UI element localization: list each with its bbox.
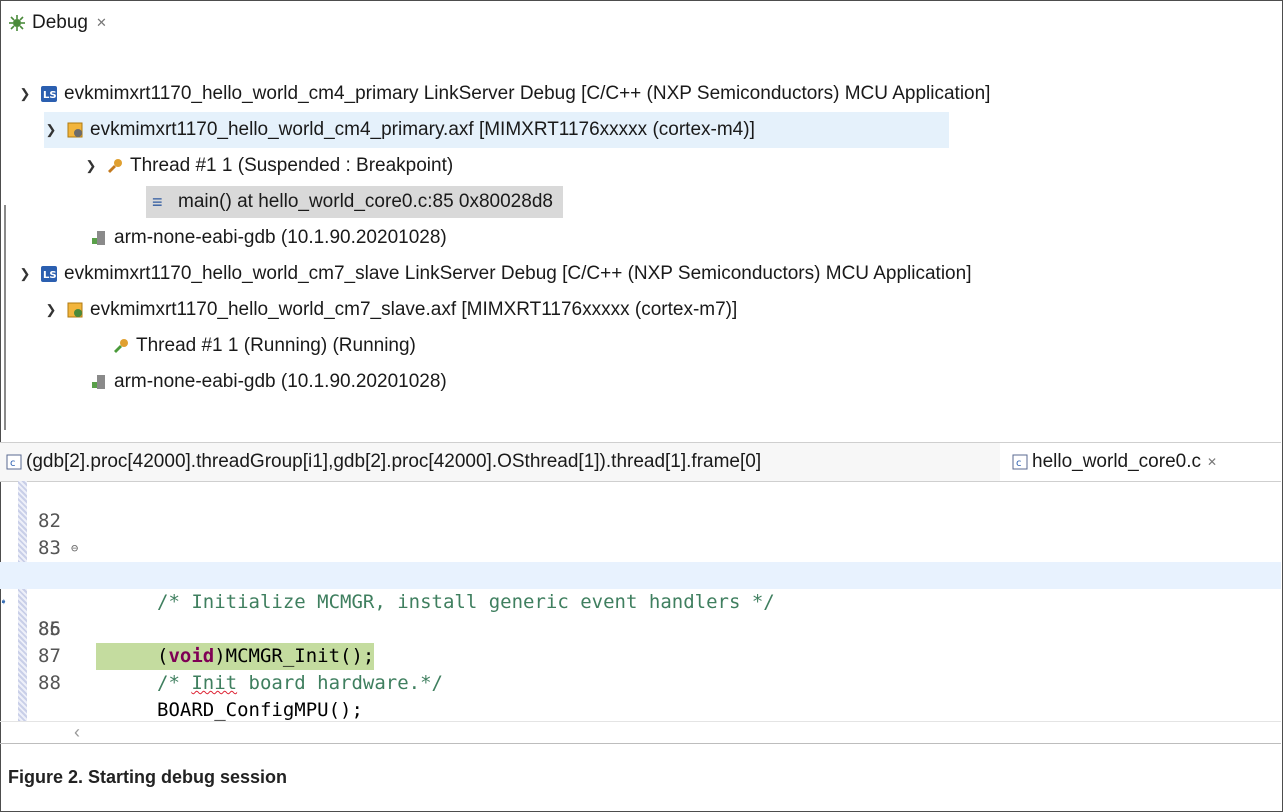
- tree-item-label: arm-none-eabi-gdb (10.1.90.20201028): [114, 227, 447, 248]
- tree-item-label: evkmimxrt1170_hello_world_cm7_slave Link…: [64, 263, 972, 284]
- tree-item-process-cm7[interactable]: ❯ evkmimxrt1170_hello_world_cm7_slave.ax…: [44, 292, 738, 328]
- figure-caption: Figure 2. Starting debug session: [0, 744, 1281, 810]
- tree-item-gdb-cm4[interactable]: arm-none-eabi-gdb (10.1.90.20201028): [90, 220, 447, 256]
- comment: board hardware.*/: [237, 672, 443, 694]
- spelling-error[interactable]: Init: [191, 672, 237, 694]
- scroll-left-icon[interactable]: ‹: [74, 722, 80, 743]
- comment: /*: [157, 672, 192, 694]
- stack-frame-icon: ≡: [152, 192, 163, 212]
- tree-item-label: main() at hello_world_core0.c:85 0x80028…: [178, 191, 553, 212]
- launch-ls-icon: LS: [41, 266, 57, 282]
- code-editor[interactable]: 82 ⊖ int main(void) 83 { 84 /* Initializ…: [0, 481, 1281, 721]
- process-icon: [67, 122, 83, 138]
- code-line[interactable]: 87 /* Init board hardware.*/: [0, 616, 1281, 694]
- tree-item-label: Thread #1 1 (Suspended : Breakpoint): [130, 155, 454, 176]
- svg-text:LS: LS: [43, 270, 57, 281]
- code-line[interactable]: 84 /* Initialize MCMGR, install generic …: [0, 535, 1281, 613]
- svg-text:c: c: [1016, 458, 1022, 469]
- code-line[interactable]: 82 ⊖ int main(void): [0, 481, 1281, 586]
- tree-item-process-cm4[interactable]: ❯ evkmimxrt1170_hello_world_cm4_primary.…: [44, 112, 949, 148]
- c-file-icon: c: [1012, 454, 1028, 470]
- code-line[interactable]: 86: [0, 589, 1281, 640]
- horizontal-scrollbar[interactable]: ‹: [0, 721, 1281, 744]
- tab-label: (gdb[2].proc[42000].threadGroup[i1],gdb[…: [26, 451, 762, 472]
- tree-item-launch-cm4[interactable]: ❯ LS evkmimxrt1170_hello_world_cm4_prima…: [18, 76, 991, 112]
- svg-text:LS: LS: [43, 90, 57, 101]
- chevron-down-icon[interactable]: ❯: [44, 302, 58, 318]
- gdb-icon: [92, 375, 105, 389]
- tree-item-thread-suspended[interactable]: ❯ Thread #1 1 (Suspended : Breakpoint): [84, 148, 454, 184]
- tree-item-label: evkmimxrt1170_hello_world_cm4_primary Li…: [64, 83, 991, 104]
- chevron-down-icon[interactable]: ❯: [18, 266, 32, 282]
- caption-text: Figure 2. Starting debug session: [8, 766, 288, 787]
- chevron-down-icon[interactable]: ❯: [44, 122, 58, 138]
- tree-item-label: evkmimxrt1170_hello_world_cm4_primary.ax…: [90, 119, 755, 140]
- launch-ls-icon: LS: [41, 86, 57, 102]
- gdb-icon: [92, 231, 105, 245]
- chevron-down-icon[interactable]: ❯: [84, 158, 98, 174]
- tree-item-label: arm-none-eabi-gdb (10.1.90.20201028): [114, 371, 447, 392]
- code-line[interactable]: 88 BOARD_ConfigMPU();: [0, 643, 1281, 721]
- thread-running-icon: [114, 339, 128, 353]
- close-tab-icon[interactable]: ✕: [96, 15, 107, 31]
- tab-hello-world-core0[interactable]: c hello_world_core0.c ✕: [1000, 443, 1281, 481]
- code-line-current[interactable]: ➧ 85 (void)MCMGR_Init();: [0, 562, 1281, 670]
- line-number: 88: [38, 672, 61, 694]
- editor-tab-bar: c (gdb[2].proc[42000].threadGroup[i1],gd…: [0, 442, 1281, 482]
- tree-item-launch-cm7[interactable]: ❯ LS evkmimxrt1170_hello_world_cm7_slave…: [18, 256, 972, 292]
- view-sash[interactable]: [4, 205, 6, 430]
- debug-view-tab[interactable]: Debug ✕: [8, 8, 107, 38]
- tree-item-stack-frame[interactable]: ≡ main() at hello_world_core0.c:85 0x800…: [146, 184, 563, 220]
- c-file-icon: c: [6, 454, 22, 470]
- tree-item-gdb-cm7[interactable]: arm-none-eabi-gdb (10.1.90.20201028): [90, 364, 447, 400]
- debug-bug-icon: [9, 15, 25, 31]
- close-tab-icon[interactable]: ✕: [1207, 455, 1217, 469]
- tree-item-thread-running[interactable]: Thread #1 1 (Running) (Running): [112, 328, 416, 364]
- debug-tab-label: Debug: [32, 12, 88, 33]
- tab-disassembly-frame[interactable]: c (gdb[2].proc[42000].threadGroup[i1],gd…: [6, 443, 761, 481]
- tree-item-label: evkmimxrt1170_hello_world_cm7_slave.axf …: [90, 299, 738, 320]
- tab-label: hello_world_core0.c: [1032, 451, 1201, 472]
- tree-item-label: Thread #1 1 (Running) (Running): [136, 335, 416, 356]
- thread-suspended-icon: [108, 159, 122, 173]
- svg-text:c: c: [10, 458, 16, 469]
- process-running-icon: [67, 302, 83, 318]
- code-line[interactable]: 83 {: [0, 508, 1281, 586]
- chevron-down-icon[interactable]: ❯: [18, 86, 32, 102]
- code-text: BOARD_ConfigMPU();: [157, 699, 363, 721]
